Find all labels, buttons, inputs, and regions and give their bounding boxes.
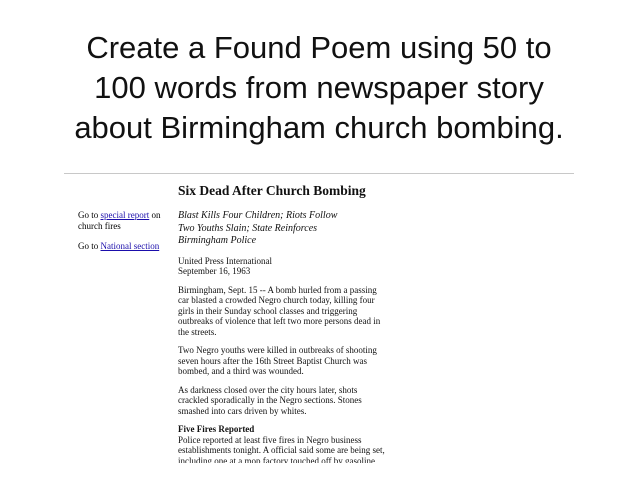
slide-title-line-3: about Birmingham church bombing.	[74, 110, 564, 145]
slide-title-line-2: 100 words from newspaper story	[94, 70, 544, 105]
article-byline: United Press International September 16,…	[178, 256, 386, 277]
article-headline: Six Dead After Church Bombing	[178, 183, 366, 198]
slide-title: Create a Found Poem using 50 to 100 word…	[10, 28, 628, 148]
slide: Create a Found Poem using 50 to 100 word…	[0, 0, 638, 478]
article-paragraph-2: Two Negro youths were killed in outbreak…	[178, 345, 377, 376]
nav-item-special-report: Go to special report on church fires	[78, 210, 161, 231]
deck-line-2: Two Youths Slain; State Reinforces	[178, 222, 318, 234]
byline-agency: United Press International	[178, 255, 272, 266]
special-report-link[interactable]: special report	[101, 210, 150, 220]
article-paragraph-4: Police reported at least five fires in N…	[178, 434, 385, 464]
article-excerpt: Six Dead After Church Bombing Blast Kill…	[178, 183, 386, 463]
article-section-fires: Five Fires Reported Police reported at l…	[178, 424, 386, 463]
article-paragraph-1: Birmingham, Sept. 15 -- A bomb hurled fr…	[178, 284, 381, 337]
article-paragraph-3: As darkness closed over the city hours l…	[178, 384, 362, 416]
side-navigation: Go to special report on church fires Go …	[78, 210, 178, 261]
byline-date: September 16, 1963	[178, 266, 251, 276]
article-deck: Blast Kills Four Children; Riots Follow …	[178, 210, 386, 248]
article-subhead: Five Fires Reported	[178, 424, 255, 434]
slide-title-line-1: Create a Found Poem using 50 to	[86, 30, 552, 65]
deck-line-3: Birmingham Police	[178, 235, 257, 246]
nav-item-national-section: Go to National section	[78, 241, 160, 251]
deck-line-1: Blast Kills Four Children; Riots Follow	[178, 210, 338, 221]
national-section-link[interactable]: National section	[101, 241, 160, 251]
divider-rule	[64, 173, 574, 174]
